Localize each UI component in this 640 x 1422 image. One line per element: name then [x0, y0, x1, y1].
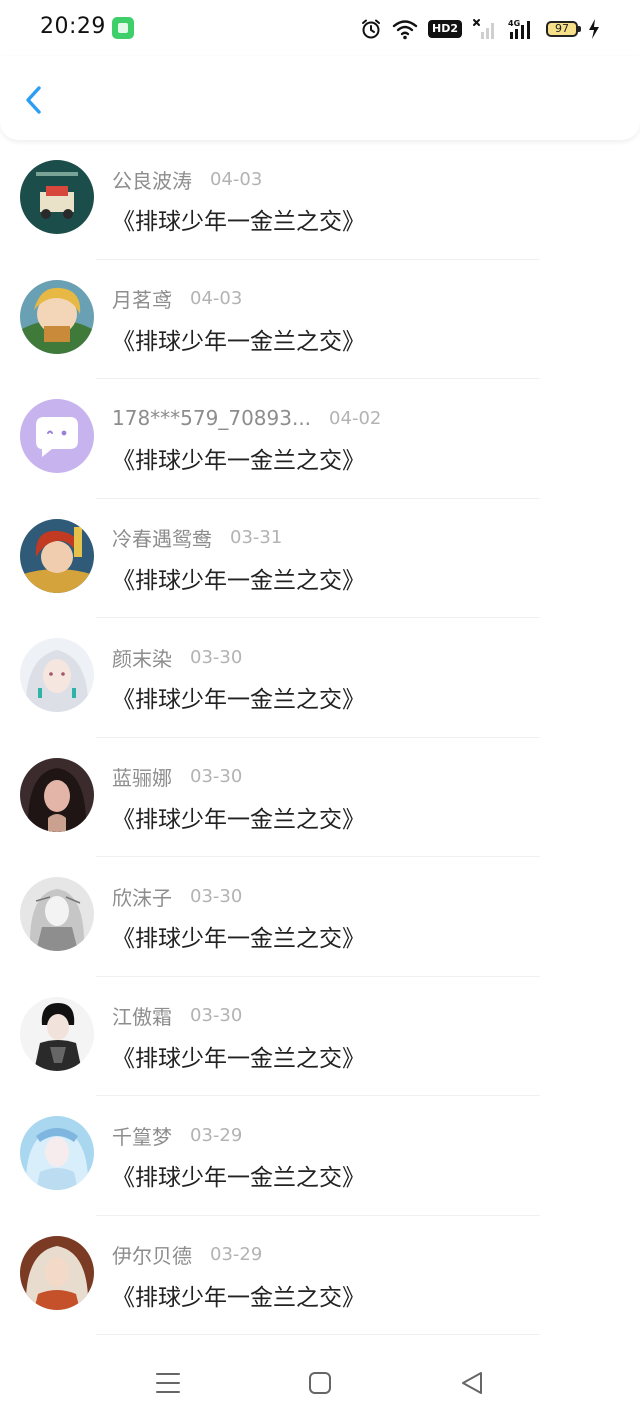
name-line: 蓝骊娜 03-30 — [112, 764, 242, 790]
user-name[interactable]: 江傲霜 — [112, 1001, 172, 1030]
comment-date: 03-30 — [190, 885, 243, 907]
book-title[interactable]: 《排球少年一金兰之交》 — [112, 322, 365, 356]
avatar[interactable] — [20, 399, 94, 473]
status-time: 20:29 — [40, 14, 106, 39]
comment-list: 公良波涛 04-03 《排球少年一金兰之交》 月茗鸢 04-03 《排球少年一金… — [0, 140, 640, 1335]
name-line: 千篁梦 03-29 — [112, 1121, 243, 1150]
wifi-icon — [392, 20, 418, 40]
avatar[interactable] — [20, 1116, 94, 1190]
avatar[interactable] — [20, 996, 94, 1071]
comment-date: 03-31 — [230, 527, 283, 548]
user-name[interactable]: 月茗鸢 — [112, 284, 172, 313]
comment-date: 04-02 — [329, 407, 382, 429]
book-title[interactable]: 《排球少年一金兰之交》 — [112, 1278, 365, 1312]
user-name[interactable]: 颜末染 — [112, 643, 172, 672]
user-name[interactable]: 千篁梦 — [112, 1121, 172, 1150]
book-title[interactable]: 《排球少年一金兰之交》 — [112, 1039, 365, 1073]
back-triangle-icon[interactable] — [459, 1370, 485, 1396]
avatar[interactable] — [20, 757, 94, 832]
avatar[interactable] — [20, 638, 94, 712]
charging-icon — [589, 19, 599, 39]
name-line: 公良波涛 04-03 — [112, 165, 263, 194]
user-name[interactable]: 欣沫子 — [112, 882, 172, 911]
system-nav-bar — [0, 1344, 640, 1422]
comment-date: 04-03 — [190, 288, 243, 309]
avatar[interactable] — [20, 279, 94, 354]
list-item[interactable]: 伊尔贝德 03-29 《排球少年一金兰之交》 — [0, 1216, 640, 1335]
hd-voice-icon: HD2 — [428, 20, 462, 38]
chevron-left-icon — [26, 86, 41, 114]
comment-date: 03-29 — [210, 1244, 263, 1265]
book-title[interactable]: 《排球少年一金兰之交》 — [112, 1158, 365, 1192]
status-bar: 20:29 HD2 4G 97 — [0, 0, 640, 56]
name-line: 颜末染 03-30 — [112, 643, 243, 672]
comment-date: 03-29 — [190, 1124, 243, 1146]
svg-text:4G: 4G — [508, 19, 520, 28]
list-item[interactable]: 冷春遇鸳鸯 03-31 《排球少年一金兰之交》 — [0, 499, 640, 618]
battery-level: 97 — [555, 22, 569, 35]
avatar[interactable] — [20, 1235, 94, 1310]
status-icons: HD2 4G 97 — [360, 16, 600, 42]
book-title[interactable]: 《排球少年一金兰之交》 — [112, 680, 365, 714]
comment-date: 03-30 — [190, 646, 243, 668]
list-item[interactable]: 月茗鸢 04-03 《排球少年一金兰之交》 — [0, 260, 640, 379]
book-title[interactable]: 《排球少年一金兰之交》 — [112, 800, 365, 834]
name-line: 欣沫子 03-30 — [112, 882, 243, 911]
name-line: 江傲霜 03-30 — [112, 1003, 242, 1029]
divider — [96, 1334, 540, 1335]
list-item[interactable]: 千篁梦 03-29 《排球少年一金兰之交》 — [0, 1096, 640, 1216]
name-line: 178***579_70893... 04-02 — [112, 405, 381, 431]
list-item[interactable]: 欣沫子 03-30 《排球少年一金兰之交》 — [0, 857, 640, 977]
name-line: 月茗鸢 04-03 — [112, 286, 242, 312]
list-item[interactable]: 公良波涛 04-03 《排球少年一金兰之交》 — [0, 140, 640, 260]
list-item[interactable]: 178***579_70893... 04-02 《排球少年一金兰之交》 — [0, 379, 640, 499]
book-title[interactable]: 《排球少年一金兰之交》 — [112, 202, 365, 236]
signal-4g-icon: 4G — [508, 19, 530, 39]
list-item[interactable]: 江傲霜 03-30 《排球少年一金兰之交》 — [0, 977, 640, 1096]
user-name[interactable]: 178***579_70893... — [112, 406, 311, 430]
home-icon[interactable] — [307, 1370, 333, 1396]
book-title[interactable]: 《排球少年一金兰之交》 — [112, 919, 365, 953]
avatar[interactable] — [20, 518, 94, 593]
menu-icon[interactable] — [155, 1370, 181, 1396]
app-notification-icon — [112, 17, 134, 39]
user-name[interactable]: 冷春遇鸳鸯 — [112, 523, 212, 552]
battery-icon: 97 — [546, 21, 581, 37]
avatar[interactable] — [20, 877, 94, 951]
comment-date: 03-30 — [190, 766, 243, 787]
book-title[interactable]: 《排球少年一金兰之交》 — [112, 441, 365, 475]
user-name[interactable]: 公良波涛 — [112, 165, 192, 194]
comment-date: 04-03 — [210, 168, 263, 190]
user-name[interactable]: 蓝骊娜 — [112, 762, 172, 791]
name-line: 冷春遇鸳鸯 03-31 — [112, 525, 282, 551]
book-title[interactable]: 《排球少年一金兰之交》 — [112, 561, 365, 595]
comment-date: 03-30 — [190, 1005, 243, 1026]
header — [0, 56, 640, 140]
back-button[interactable] — [18, 80, 54, 120]
list-item[interactable]: 蓝骊娜 03-30 《排球少年一金兰之交》 — [0, 738, 640, 857]
alarm-icon — [362, 19, 380, 39]
name-line: 伊尔贝德 03-29 — [112, 1242, 262, 1268]
no-signal-icon — [473, 19, 494, 39]
avatar[interactable] — [20, 160, 94, 234]
list-item[interactable]: 颜末染 03-30 《排球少年一金兰之交》 — [0, 618, 640, 738]
user-name[interactable]: 伊尔贝德 — [112, 1240, 192, 1269]
